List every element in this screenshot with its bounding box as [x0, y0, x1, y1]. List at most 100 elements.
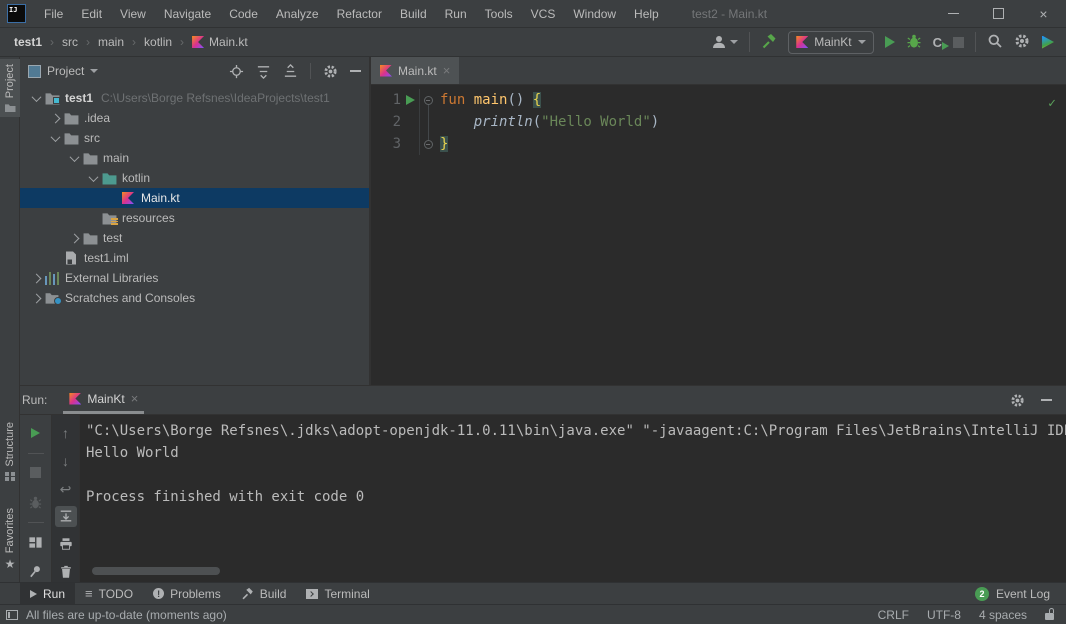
event-log-button[interactable]: 2 Event Log — [975, 587, 1066, 601]
expand-arrow[interactable] — [47, 115, 63, 122]
menu-view[interactable]: View — [111, 0, 155, 28]
collapse-all-icon[interactable] — [283, 64, 298, 79]
profiler-icon[interactable] — [1041, 36, 1054, 49]
expand-all-icon[interactable] — [256, 64, 271, 79]
pin-tab-icon[interactable] — [25, 561, 47, 582]
inspections-ok-icon[interactable]: ✓ — [1048, 93, 1056, 115]
close-tab-icon[interactable]: × — [131, 392, 139, 405]
menu-window[interactable]: Window — [564, 0, 625, 28]
rerun-button[interactable] — [25, 423, 47, 444]
expand-arrow[interactable] — [66, 155, 82, 162]
code-line-3[interactable]: } — [440, 133, 659, 155]
run-line-icon[interactable] — [406, 95, 415, 105]
tree-item-src[interactable]: src — [20, 128, 369, 148]
settings-button[interactable] — [1014, 33, 1030, 52]
toolwindow-toggle-icon[interactable] — [6, 610, 18, 620]
tree-item-test1-iml[interactable]: test1.iml — [20, 248, 369, 268]
up-stack-trace-icon[interactable]: ↑ — [55, 423, 77, 444]
tree-item-scratches[interactable]: Scratches and Consoles — [20, 288, 369, 308]
chevron-down-icon[interactable] — [90, 69, 98, 73]
line-ending-indicator[interactable]: CRLF — [878, 608, 909, 622]
vcs-user-button[interactable] — [711, 34, 738, 50]
expand-arrow[interactable] — [28, 95, 44, 102]
expand-arrow[interactable] — [85, 175, 101, 182]
indent-indicator[interactable]: 4 spaces — [979, 608, 1027, 622]
print-icon[interactable] — [55, 534, 77, 555]
stop-button[interactable] — [953, 37, 964, 48]
tree-item-resources[interactable]: resources — [20, 208, 369, 228]
clear-all-icon[interactable] — [55, 561, 77, 582]
fold-start-icon[interactable]: − — [424, 96, 433, 105]
hide-panel-icon[interactable] — [1041, 399, 1052, 401]
run-configuration-select[interactable]: MainKt — [788, 31, 873, 54]
scroll-to-end-icon[interactable] — [55, 506, 77, 527]
menu-build[interactable]: Build — [391, 0, 436, 28]
gear-icon[interactable] — [1010, 393, 1025, 408]
menu-run[interactable]: Run — [436, 0, 476, 28]
close-button[interactable]: × — [1021, 0, 1066, 28]
toolwindow-run[interactable]: Run — [20, 583, 75, 604]
project-panel-title[interactable]: Project — [47, 64, 84, 78]
debug-button[interactable] — [906, 33, 922, 52]
toolwindow-build[interactable]: Build — [231, 583, 297, 604]
attach-debugger-icon[interactable] — [25, 492, 47, 513]
expand-arrow[interactable] — [28, 275, 44, 282]
encoding-indicator[interactable]: UTF-8 — [927, 608, 961, 622]
gear-icon[interactable] — [323, 64, 338, 79]
menu-refactor[interactable]: Refactor — [328, 0, 391, 28]
breadcrumb-project[interactable]: test1 — [14, 35, 42, 49]
stop-button[interactable] — [25, 463, 47, 484]
expand-arrow[interactable] — [66, 235, 82, 242]
horizontal-scrollbar[interactable] — [92, 567, 220, 575]
menu-tools[interactable]: Tools — [476, 0, 522, 28]
breadcrumb-file[interactable]: Main.kt — [192, 35, 248, 49]
close-tab-icon[interactable]: × — [443, 64, 451, 77]
unlock-icon[interactable] — [1045, 613, 1054, 620]
expand-arrow[interactable] — [47, 135, 63, 142]
tree-item-main[interactable]: main — [20, 148, 369, 168]
run-button[interactable] — [885, 36, 895, 48]
menu-navigate[interactable]: Navigate — [155, 0, 220, 28]
stripe-button-favorites[interactable]: Favorites ★ — [0, 503, 20, 575]
stripe-button-structure[interactable]: Structure — [0, 417, 20, 487]
toolwindow-todo[interactable]: ≡ TODO — [75, 583, 143, 604]
build-project-button[interactable] — [761, 33, 777, 52]
toolwindow-terminal[interactable]: Terminal — [296, 583, 379, 604]
locate-file-icon[interactable] — [229, 64, 244, 79]
tree-item-main-kt[interactable]: Main.kt — [20, 188, 369, 208]
search-everywhere-button[interactable] — [987, 33, 1003, 52]
menu-edit[interactable]: Edit — [72, 0, 111, 28]
menu-analyze[interactable]: Analyze — [267, 0, 328, 28]
tree-item-kotlin[interactable]: kotlin — [20, 168, 369, 188]
tree-item-test1[interactable]: test1 C:\Users\Borge Refsnes\IdeaProject… — [20, 88, 369, 108]
breadcrumb-src[interactable]: src — [62, 35, 78, 49]
code-line-1[interactable]: fun main() { — [440, 89, 659, 111]
minimize-icon — [948, 13, 959, 15]
stripe-button-project[interactable]: Project — [0, 59, 20, 117]
expand-arrow[interactable] — [28, 295, 44, 302]
menu-code[interactable]: Code — [220, 0, 267, 28]
toolwindow-problems[interactable]: ! Problems — [143, 583, 231, 604]
menu-help[interactable]: Help — [625, 0, 668, 28]
breadcrumb-kotlin[interactable]: kotlin — [144, 35, 172, 49]
soft-wrap-icon[interactable]: ↩ — [55, 478, 77, 499]
menu-file[interactable]: File — [35, 0, 72, 28]
tree-item-idea[interactable]: .idea — [20, 108, 369, 128]
editor-tab-main-kt[interactable]: Main.kt × — [371, 57, 459, 84]
fold-end-icon[interactable]: − — [424, 140, 433, 149]
menu-vcs[interactable]: VCS — [522, 0, 565, 28]
tree-item-external-libraries[interactable]: External Libraries — [20, 268, 369, 288]
tree-item-test[interactable]: test — [20, 228, 369, 248]
hide-panel-icon[interactable] — [350, 70, 361, 72]
run-with-coverage-button[interactable]: C — [933, 35, 942, 50]
maximize-button[interactable] — [976, 0, 1021, 28]
breadcrumb-main[interactable]: main — [98, 35, 124, 49]
code-line-2[interactable]: println("Hello World") — [440, 111, 659, 133]
code-area[interactable]: fun main() { println("Hello World") } — [436, 89, 659, 155]
down-stack-trace-icon[interactable]: ↓ — [55, 451, 77, 472]
run-console[interactable]: "C:\Users\Borge Refsnes\.jdks\adopt-open… — [80, 415, 1066, 582]
minimize-button[interactable] — [931, 0, 976, 28]
run-tab-mainkt[interactable]: MainKt × — [63, 386, 144, 414]
restore-layout-icon[interactable] — [25, 532, 47, 553]
editor-body[interactable]: 1 2 3 − − fun main() { println("Hello Wo… — [371, 85, 1066, 155]
